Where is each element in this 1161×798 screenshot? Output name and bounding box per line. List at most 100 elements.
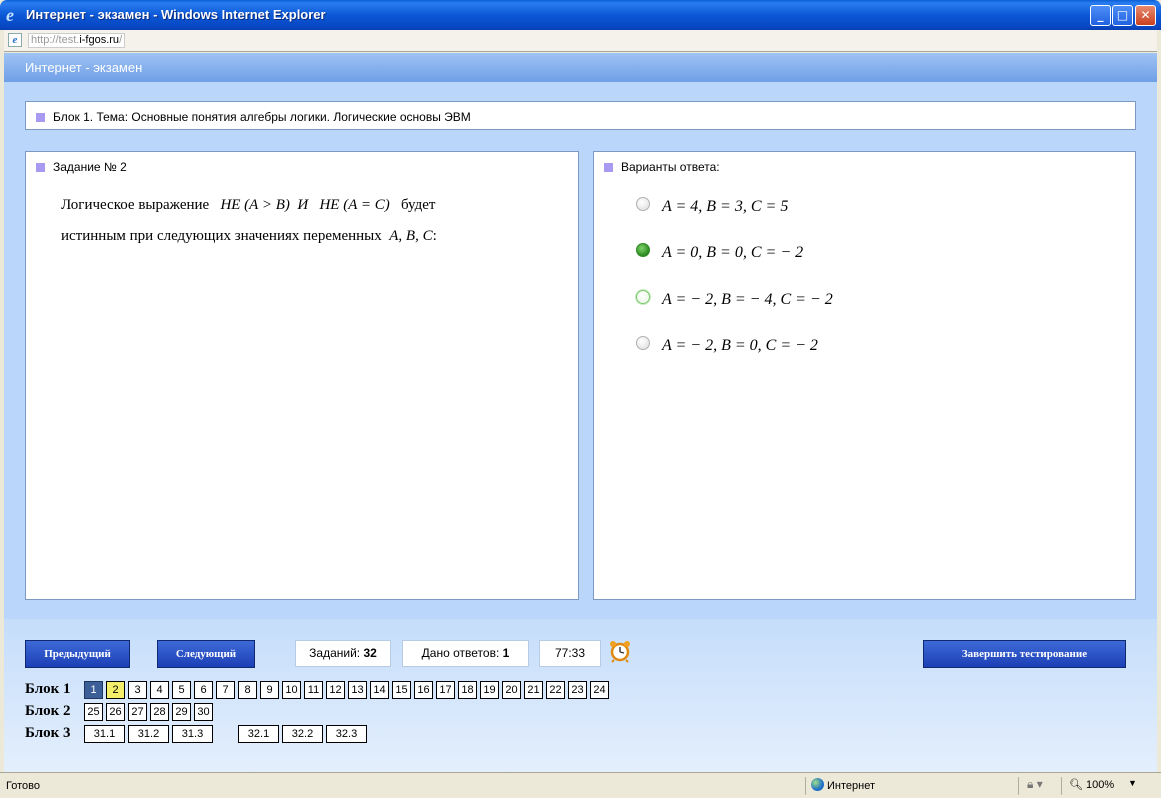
answered-label: Дано ответов: <box>421 646 500 660</box>
task-and-word: И <box>297 197 309 213</box>
question-link[interactable]: 10 <box>282 681 301 699</box>
question-link[interactable]: 12 <box>326 681 345 699</box>
radio-button[interactable] <box>636 336 650 350</box>
window-title-bar: e Интернет - экзамен - Windows Internet … <box>0 0 1161 30</box>
question-link[interactable]: 13 <box>348 681 367 699</box>
globe-icon <box>811 778 824 791</box>
bullet-icon <box>604 163 613 172</box>
zoom-icon: 🔍︎ <box>1069 779 1083 791</box>
question-link[interactable]: 22 <box>546 681 565 699</box>
tasks-label: Заданий: <box>309 646 361 660</box>
task-expression-2: НЕ (A = C) <box>319 197 390 213</box>
question-link[interactable]: 29 <box>172 703 191 721</box>
bullet-icon <box>36 113 45 122</box>
bullet-icon <box>36 163 45 172</box>
block-topic-box: Блок 1. Тема: Основные понятия алгебры л… <box>25 101 1136 130</box>
answer-text: A = − 2, B = − 4, C = − 2 <box>662 291 833 308</box>
answer-text: A = 4, B = 3, C = 5 <box>662 198 789 215</box>
question-link[interactable]: 31.3 <box>172 725 213 743</box>
question-link[interactable]: 27 <box>128 703 147 721</box>
question-link[interactable]: 18 <box>458 681 477 699</box>
question-link-current[interactable]: 1 <box>84 681 103 699</box>
question-link[interactable]: 4 <box>150 681 169 699</box>
page-content: Интернет - экзамен Блок 1. Тема: Основны… <box>4 53 1157 772</box>
block-label: Блок 1 <box>25 681 71 697</box>
answers-heading: Варианты ответа: <box>621 160 720 174</box>
alarm-clock-icon <box>610 641 630 663</box>
question-link[interactable]: 32.2 <box>282 725 323 743</box>
answered-count: 1 <box>502 646 510 660</box>
zoom-control[interactable]: 🔍︎ 100% <box>1069 778 1114 791</box>
timer: 77:33 <box>539 640 601 667</box>
maximize-button[interactable]: □ <box>1112 5 1133 26</box>
question-link[interactable]: 32.1 <box>238 725 279 743</box>
zone-label: Интернет <box>827 780 875 792</box>
answer-text: A = 0, B = 0, C = − 2 <box>662 244 804 261</box>
block-label: Блок 3 <box>25 725 71 741</box>
question-link[interactable]: 3 <box>128 681 147 699</box>
url-domain: i-fgos.ru <box>79 34 120 46</box>
question-link[interactable]: 28 <box>150 703 169 721</box>
question-link[interactable]: 30 <box>194 703 213 721</box>
task-expression-1: НЕ (A > B) <box>220 197 290 213</box>
block-topic-text: Блок 1. Тема: Основные понятия алгебры л… <box>53 110 471 124</box>
question-link[interactable]: 17 <box>436 681 455 699</box>
protected-mode-icon[interactable]: 🔒︎ ▾ <box>1027 777 1043 792</box>
task-text-part: Логическое выражение <box>61 197 210 213</box>
url-suffix: / <box>119 34 123 46</box>
question-link[interactable]: 9 <box>260 681 279 699</box>
question-link[interactable]: 20 <box>502 681 521 699</box>
question-link[interactable]: 23 <box>568 681 587 699</box>
answer-text: A = − 2, B = 0, C = − 2 <box>662 337 818 354</box>
page-header: Интернет - экзамен <box>4 53 1157 82</box>
task-question-text: Логическое выражение НЕ (A > B) И НЕ (A … <box>61 190 561 252</box>
question-link[interactable]: 21 <box>524 681 543 699</box>
question-link[interactable]: 8 <box>238 681 257 699</box>
internet-explorer-icon: e <box>6 5 14 25</box>
task-variables: A, B, C <box>389 228 433 244</box>
task-text-part: будет <box>400 197 436 213</box>
window-title: Интернет - экзамен - Windows Internet Ex… <box>26 7 326 22</box>
question-link[interactable]: 31.1 <box>84 725 125 743</box>
question-link[interactable]: 6 <box>194 681 213 699</box>
question-link[interactable]: 32.3 <box>326 725 367 743</box>
previous-button[interactable]: Предыдущий <box>25 640 130 668</box>
radio-button[interactable] <box>636 197 650 211</box>
page-icon: e <box>8 33 22 47</box>
block-label: Блок 2 <box>25 703 71 719</box>
answers-panel: Варианты ответа: A = 4, B = 3, C = 5 A =… <box>593 151 1136 600</box>
radio-button-selected[interactable] <box>636 243 650 257</box>
address-url[interactable]: http://test.i-fgos.ru/ <box>28 33 126 48</box>
answered-count-box: Дано ответов: 1 <box>402 640 529 667</box>
url-prefix: http://test. <box>31 34 80 46</box>
question-link[interactable]: 24 <box>590 681 609 699</box>
question-link[interactable]: 25 <box>84 703 103 721</box>
question-link[interactable]: 14 <box>370 681 389 699</box>
task-colon: : <box>432 228 437 244</box>
status-divider <box>1061 777 1062 795</box>
question-link[interactable]: 31.2 <box>128 725 169 743</box>
question-link[interactable]: 19 <box>480 681 499 699</box>
question-link[interactable]: 15 <box>392 681 411 699</box>
status-bar: Готово Интернет 🔒︎ ▾ 🔍︎ 100% ▼ <box>0 772 1161 798</box>
tasks-count-box: Заданий: 32 <box>295 640 391 667</box>
question-link[interactable]: 11 <box>304 681 323 699</box>
security-zone[interactable]: Интернет <box>811 778 875 792</box>
status-text: Готово <box>6 780 40 792</box>
task-panel: Задание № 2 Логическое выражение НЕ (A >… <box>25 151 579 600</box>
task-heading: Задание № 2 <box>53 160 127 174</box>
close-button[interactable]: ✕ <box>1135 5 1156 26</box>
tasks-count: 32 <box>363 646 377 660</box>
next-button[interactable]: Следующий <box>157 640 255 668</box>
radio-button[interactable] <box>636 290 650 304</box>
finish-test-button[interactable]: Завершить тестирование <box>923 640 1126 668</box>
minimize-button[interactable]: _ <box>1090 5 1111 26</box>
question-link[interactable]: 7 <box>216 681 235 699</box>
question-link[interactable]: 26 <box>106 703 125 721</box>
question-link-answered[interactable]: 2 <box>106 681 125 699</box>
question-link[interactable]: 16 <box>414 681 433 699</box>
task-text-part: истинным при следующих значениях перемен… <box>61 228 382 244</box>
question-link[interactable]: 5 <box>172 681 191 699</box>
chevron-down-icon[interactable]: ▼ <box>1128 778 1137 788</box>
status-divider <box>1018 777 1019 795</box>
